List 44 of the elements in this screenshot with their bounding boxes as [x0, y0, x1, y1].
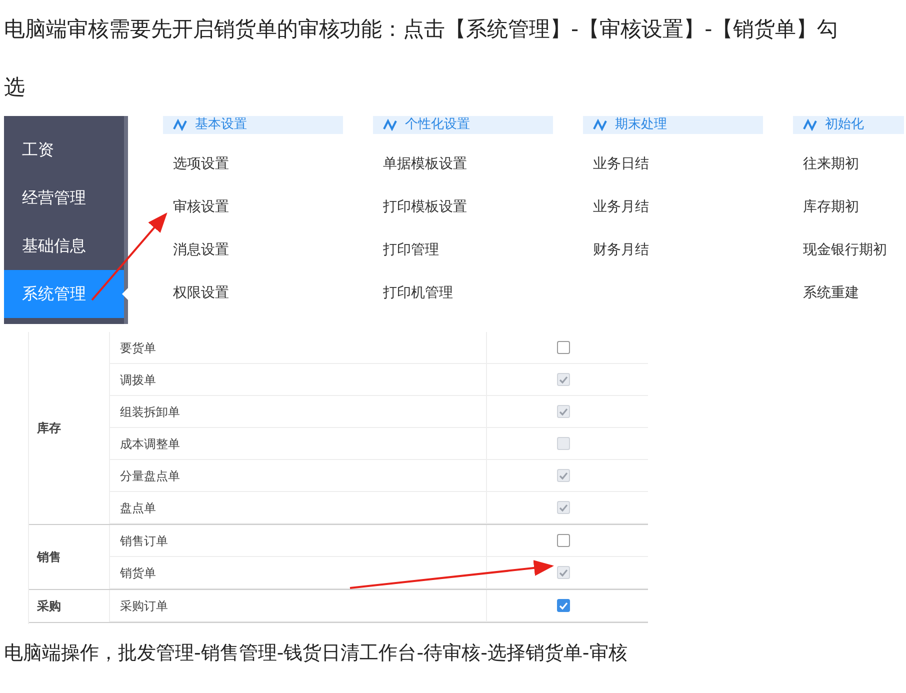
section-header: 初始化 [793, 116, 904, 134]
settings-icon [383, 119, 397, 131]
document-type-label: 要货单 [120, 340, 156, 356]
section-header: 期末处理 [583, 116, 763, 134]
checkbox[interactable] [557, 534, 570, 547]
checkbox[interactable] [557, 599, 570, 612]
document-type-label: 调拨单 [120, 372, 156, 388]
document-type-label: 采购订单 [120, 598, 168, 614]
document-type-label: 分量盘点单 [120, 468, 180, 484]
document-type-label: 盘点单 [120, 500, 156, 516]
menu-link[interactable]: 业务月结 [593, 197, 649, 217]
document-type-label: 销货单 [120, 564, 156, 582]
instruction-text: 电脑端操作，批发管理-销售管理-钱货日清工作台-待审核-选择销货单-审核 [3, 641, 628, 666]
document-type-label: 销售订单 [120, 532, 168, 550]
menu-link[interactable]: 打印机管理 [383, 283, 453, 303]
category-label: 采购 [37, 598, 61, 615]
sidebar-item[interactable]: 经营管理 [4, 174, 124, 222]
menu-link[interactable]: 选项设置 [173, 154, 229, 174]
settings-icon [803, 119, 817, 131]
category-label: 销售 [37, 549, 61, 566]
sidebar-item[interactable]: 工资 [4, 126, 124, 174]
menu-link[interactable]: 单据模板设置 [383, 154, 467, 174]
document-type-label: 组装拆卸单 [120, 404, 180, 420]
menu-link[interactable]: 业务日结 [593, 154, 649, 174]
pointer-icon [122, 288, 128, 300]
menu-link[interactable]: 库存期初 [803, 197, 859, 217]
menu-link[interactable]: 现金银行期初 [803, 240, 887, 260]
settings-icon [173, 119, 187, 131]
instruction-text: 电脑端审核需要先开启销货单的审核功能：点击【系统管理】-【审核设置】-【销货单】勾选 [3, 16, 840, 101]
menu-link[interactable]: 权限设置 [173, 283, 229, 303]
menu-link[interactable]: 打印管理 [383, 240, 439, 260]
sidebar-item[interactable]: 基础信息 [4, 222, 124, 270]
section-header: 基本设置 [163, 116, 343, 134]
menu-link[interactable]: 打印模板设置 [383, 197, 467, 217]
menu-link[interactable]: 财务月结 [593, 240, 649, 260]
menu-link[interactable]: 系统重建 [803, 283, 859, 303]
document-type-label: 成本调整单 [120, 436, 180, 452]
menu-link[interactable]: 消息设置 [173, 240, 229, 260]
section-header: 个性化设置 [373, 116, 553, 134]
category-label: 库存 [37, 420, 61, 437]
menu-link[interactable]: 往来期初 [803, 154, 859, 174]
checkbox[interactable] [557, 341, 570, 354]
menu-link[interactable]: 审核设置 [173, 197, 229, 217]
settings-icon [593, 119, 607, 131]
